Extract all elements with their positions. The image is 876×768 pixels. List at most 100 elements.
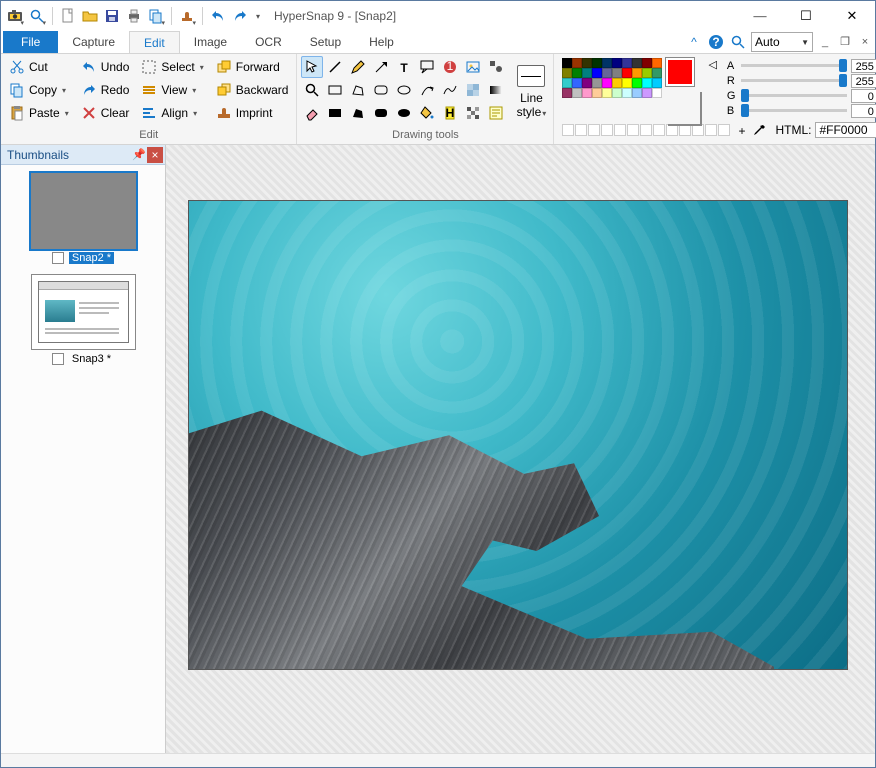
align-button[interactable]: Align▾ xyxy=(137,102,207,124)
palette-swatch[interactable] xyxy=(572,78,582,88)
custom-swatch[interactable] xyxy=(575,124,587,136)
select-button[interactable]: Select▾ xyxy=(137,56,207,78)
palette-swatch[interactable] xyxy=(622,68,632,78)
mdi-restore[interactable]: ❐ xyxy=(837,34,853,50)
thumbnail-item[interactable]: Snap2 * xyxy=(28,173,138,264)
tab-help[interactable]: Help xyxy=(355,31,408,53)
palette-swatch[interactable] xyxy=(622,78,632,88)
palette-swatch[interactable] xyxy=(612,78,622,88)
palette-swatch[interactable] xyxy=(592,68,602,78)
custom-swatch[interactable] xyxy=(614,124,626,136)
tool-shapes-dd[interactable] xyxy=(485,56,507,78)
stamp-icon[interactable]: ▾ xyxy=(177,6,197,26)
palette-swatch[interactable] xyxy=(562,88,572,98)
tool-pointer[interactable] xyxy=(301,56,323,78)
mdi-minimize[interactable]: _ xyxy=(817,34,833,50)
palette-swatch[interactable] xyxy=(632,58,642,68)
copy-qat-icon[interactable]: ▾ xyxy=(146,6,166,26)
search-icon[interactable]: ▾ xyxy=(27,6,47,26)
custom-swatches[interactable] xyxy=(562,124,730,136)
tool-pixelate[interactable] xyxy=(462,102,484,124)
tool-image[interactable] xyxy=(462,56,484,78)
tool-fillroundrect[interactable] xyxy=(370,102,392,124)
value-g[interactable]: 0 xyxy=(851,89,876,103)
ribbon-min-icon[interactable]: ^ xyxy=(685,33,703,51)
tool-line[interactable] xyxy=(324,56,346,78)
palette-swatch[interactable] xyxy=(612,88,622,98)
maximize-button[interactable]: ☐ xyxy=(783,1,829,31)
palette-swatch[interactable] xyxy=(592,88,602,98)
add-swatch-icon[interactable]: + xyxy=(738,124,745,138)
current-color[interactable] xyxy=(666,58,694,118)
color-palette[interactable] xyxy=(562,58,662,118)
redo-button[interactable]: Redo xyxy=(77,79,134,101)
palette-swatch[interactable] xyxy=(642,68,652,78)
value-b[interactable]: 0 xyxy=(851,104,876,118)
print-icon[interactable] xyxy=(124,6,144,26)
palette-swatch[interactable] xyxy=(592,78,602,88)
palette-swatch[interactable] xyxy=(612,58,622,68)
slider-b[interactable] xyxy=(741,109,847,112)
view-button[interactable]: View▾ xyxy=(137,79,207,101)
undo-qat-icon[interactable] xyxy=(208,6,228,26)
linestyle-button[interactable]: Line style▾ xyxy=(513,56,549,127)
open-icon[interactable] xyxy=(80,6,100,26)
cut-button[interactable]: Cut xyxy=(5,56,73,78)
eyedropper-icon[interactable] xyxy=(751,123,767,139)
custom-swatch[interactable] xyxy=(705,124,717,136)
palette-swatch[interactable] xyxy=(572,88,582,98)
custom-swatch[interactable] xyxy=(653,124,665,136)
palette-swatch[interactable] xyxy=(582,68,592,78)
tool-number[interactable]: 1 xyxy=(439,56,461,78)
tool-roundrect[interactable] xyxy=(370,79,392,101)
custom-swatch[interactable] xyxy=(627,124,639,136)
custom-swatch[interactable] xyxy=(640,124,652,136)
palette-swatch[interactable] xyxy=(592,58,602,68)
html-input[interactable]: #FF0000 xyxy=(815,122,876,138)
palette-swatch[interactable] xyxy=(642,78,652,88)
tool-poly[interactable] xyxy=(347,79,369,101)
palette-swatch[interactable] xyxy=(652,78,662,88)
close-panel-icon[interactable]: × xyxy=(147,147,163,163)
palette-swatch[interactable] xyxy=(632,88,642,98)
tool-eraser[interactable] xyxy=(301,102,323,124)
redo-qat-icon[interactable] xyxy=(230,6,250,26)
thumbnail-item[interactable]: Snap3 * xyxy=(28,274,138,365)
tool-fill[interactable] xyxy=(416,102,438,124)
palette-swatch[interactable] xyxy=(652,68,662,78)
slider-a[interactable] xyxy=(741,64,847,67)
palette-swatch[interactable] xyxy=(622,58,632,68)
thumb-checkbox[interactable] xyxy=(52,252,64,264)
palette-swatch[interactable] xyxy=(562,78,572,88)
palette-swatch[interactable] xyxy=(582,78,592,88)
custom-swatch[interactable] xyxy=(562,124,574,136)
tool-fillellipse[interactable] xyxy=(393,102,415,124)
tool-fillrect[interactable] xyxy=(324,102,346,124)
slider-r[interactable] xyxy=(741,79,847,82)
custom-swatch[interactable] xyxy=(601,124,613,136)
save-icon[interactable] xyxy=(102,6,122,26)
tool-text[interactable]: T xyxy=(393,56,415,78)
tab-file[interactable]: File xyxy=(3,31,58,53)
tool-zoom[interactable] xyxy=(301,79,323,101)
pin-icon[interactable]: 📌 xyxy=(131,147,147,163)
minimize-button[interactable]: — xyxy=(737,1,783,31)
value-r[interactable]: 255 xyxy=(851,74,876,88)
palette-swatch[interactable] xyxy=(582,58,592,68)
paste-button[interactable]: Paste▾ xyxy=(5,102,73,124)
qat-dropdown-icon[interactable]: ▾ xyxy=(252,6,264,26)
help-icon[interactable]: ? xyxy=(707,33,725,51)
palette-swatch[interactable] xyxy=(562,58,572,68)
undo-button[interactable]: Undo xyxy=(77,56,134,78)
custom-swatch[interactable] xyxy=(718,124,730,136)
palette-swatch[interactable] xyxy=(562,68,572,78)
tool-gradient[interactable] xyxy=(485,79,507,101)
tool-callout[interactable] xyxy=(416,56,438,78)
close-button[interactable]: ✕ xyxy=(829,1,875,31)
imprint-button[interactable]: Imprint xyxy=(212,102,293,124)
palette-swatch[interactable] xyxy=(602,78,612,88)
palette-swatch[interactable] xyxy=(602,58,612,68)
tool-freeline[interactable] xyxy=(439,79,461,101)
palette-swatch[interactable] xyxy=(572,68,582,78)
palette-swatch[interactable] xyxy=(602,88,612,98)
